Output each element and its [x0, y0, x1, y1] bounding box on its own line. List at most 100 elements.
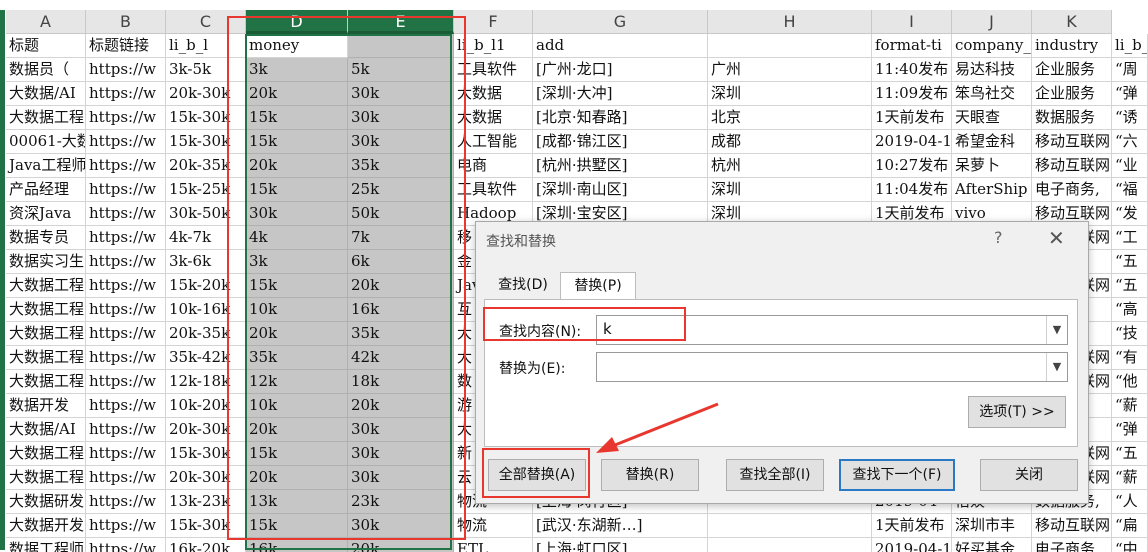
- table-cell[interactable]: “人: [1112, 490, 1148, 514]
- table-cell[interactable]: https://w: [86, 154, 166, 178]
- table-cell[interactable]: 希望金科: [952, 130, 1032, 154]
- table-cell[interactable]: 20k: [246, 418, 348, 442]
- table-cell[interactable]: 大数据工程: [6, 466, 86, 490]
- table-cell[interactable]: 23k: [348, 490, 454, 514]
- table-cell[interactable]: 20k-30k: [166, 418, 246, 442]
- table-cell[interactable]: 工具软件: [454, 178, 533, 202]
- table-cell[interactable]: https://w: [86, 346, 166, 370]
- table-cell[interactable]: 20k: [246, 82, 348, 106]
- table-cell[interactable]: 18k: [348, 370, 454, 394]
- table-cell[interactable]: 42k: [348, 346, 454, 370]
- table-cell[interactable]: [杭州·拱墅区]: [533, 154, 708, 178]
- chevron-down-icon[interactable]: ▼: [1046, 316, 1067, 344]
- column-header-e[interactable]: E: [348, 10, 454, 34]
- table-cell[interactable]: [广州·龙口]: [533, 58, 708, 82]
- table-cell[interactable]: “五: [1112, 250, 1148, 274]
- table-cell[interactable]: 5k: [348, 58, 454, 82]
- table-cell[interactable]: 25k: [348, 178, 454, 202]
- table-cell[interactable]: 20k: [348, 274, 454, 298]
- table-cell[interactable]: 30k: [348, 106, 454, 130]
- table-cell[interactable]: “中: [1112, 538, 1148, 552]
- table-cell[interactable]: 20k: [246, 154, 348, 178]
- table-cell[interactable]: 杭州: [708, 154, 872, 178]
- table-cell[interactable]: 15k-30k: [166, 442, 246, 466]
- table-cell[interactable]: 30k: [348, 466, 454, 490]
- table-cell[interactable]: 电子商务,: [1032, 178, 1112, 202]
- table-cell[interactable]: 3k-6k: [166, 250, 246, 274]
- table-cell[interactable]: 4k-7k: [166, 226, 246, 250]
- table-cell[interactable]: 大数据工程: [6, 442, 86, 466]
- column-header-g[interactable]: G: [533, 10, 708, 34]
- table-cell[interactable]: https://w: [86, 514, 166, 538]
- table-cell[interactable]: 11:40发布: [872, 58, 952, 82]
- column-header-k[interactable]: K: [1032, 10, 1112, 34]
- table-cell[interactable]: 企业服务: [1032, 82, 1112, 106]
- table-cell[interactable]: 数据工程师: [6, 538, 86, 552]
- table-cell[interactable]: https://w: [86, 322, 166, 346]
- table-cell[interactable]: 11:04发布: [872, 178, 952, 202]
- table-cell[interactable]: 16k-20k: [166, 538, 246, 552]
- table-cell[interactable]: 大数据工程: [6, 274, 86, 298]
- table-cell[interactable]: https://w: [86, 394, 166, 418]
- column-header-c[interactable]: C: [166, 10, 246, 34]
- table-cell[interactable]: 数据开发: [6, 394, 86, 418]
- table-cell[interactable]: 2019-04-1: [872, 538, 952, 552]
- table-cell[interactable]: “业: [1112, 154, 1148, 178]
- table-cell[interactable]: 7k: [348, 226, 454, 250]
- table-cell[interactable]: 呆萝卜: [952, 154, 1032, 178]
- table-cell[interactable]: https://w: [86, 82, 166, 106]
- header-cell[interactable]: add: [533, 34, 708, 58]
- table-cell[interactable]: “弹: [1112, 82, 1148, 106]
- table-cell[interactable]: 10k: [246, 298, 348, 322]
- table-cell[interactable]: 15k: [246, 130, 348, 154]
- header-cell[interactable]: company_n: [952, 34, 1032, 58]
- table-cell[interactable]: 大数据: [454, 106, 533, 130]
- find-next-button[interactable]: 查找下一个(F): [839, 459, 955, 491]
- table-cell[interactable]: 15k: [246, 274, 348, 298]
- table-cell[interactable]: “弹: [1112, 418, 1148, 442]
- table-cell[interactable]: [北京·知春路]: [533, 106, 708, 130]
- table-cell[interactable]: “六: [1112, 130, 1148, 154]
- table-cell[interactable]: 大数据/AI: [6, 82, 86, 106]
- table-cell[interactable]: 13k: [246, 490, 348, 514]
- table-cell[interactable]: 50k: [348, 202, 454, 226]
- table-cell[interactable]: 20k-30k: [166, 82, 246, 106]
- table-cell[interactable]: “诱: [1112, 106, 1148, 130]
- table-cell[interactable]: 20k: [246, 322, 348, 346]
- table-cell[interactable]: “工: [1112, 226, 1148, 250]
- table-cell[interactable]: “发: [1112, 202, 1148, 226]
- header-cell[interactable]: li_b_l1: [454, 34, 533, 58]
- table-cell[interactable]: 16k: [348, 298, 454, 322]
- table-cell[interactable]: 1天前发布: [872, 514, 952, 538]
- table-cell[interactable]: 20k-30k: [166, 466, 246, 490]
- table-cell[interactable]: https://w: [86, 370, 166, 394]
- replace-button[interactable]: 替换(R): [601, 459, 699, 491]
- table-cell[interactable]: 大数据开发: [6, 514, 86, 538]
- table-cell[interactable]: “五: [1112, 442, 1148, 466]
- table-cell[interactable]: 35k: [348, 322, 454, 346]
- table-cell[interactable]: “周: [1112, 58, 1148, 82]
- table-cell[interactable]: 10k-20k: [166, 394, 246, 418]
- options-button[interactable]: 选项(T) >>: [968, 396, 1066, 428]
- find-what-input[interactable]: k ▼: [596, 315, 1068, 345]
- table-cell[interactable]: https://w: [86, 130, 166, 154]
- table-cell[interactable]: 数据服务: [1032, 106, 1112, 130]
- table-cell[interactable]: https://w: [86, 418, 166, 442]
- replace-with-input[interactable]: ▼: [596, 352, 1068, 382]
- table-cell[interactable]: 3k: [246, 250, 348, 274]
- column-header-j[interactable]: J: [952, 10, 1032, 34]
- header-cell[interactable]: 标题链接: [86, 34, 166, 58]
- table-cell[interactable]: “他: [1112, 370, 1148, 394]
- table-cell[interactable]: 北京: [708, 106, 872, 130]
- header-cell[interactable]: li_b_: [1112, 34, 1148, 58]
- table-cell[interactable]: 物流: [454, 514, 533, 538]
- table-cell[interactable]: 15k: [246, 106, 348, 130]
- table-cell[interactable]: https://w: [86, 58, 166, 82]
- table-cell[interactable]: 3k: [246, 58, 348, 82]
- column-header-f[interactable]: F: [454, 10, 533, 34]
- header-cell[interactable]: money: [246, 34, 348, 58]
- table-cell[interactable]: 1天前发布: [872, 106, 952, 130]
- table-cell[interactable]: 人工智能: [454, 130, 533, 154]
- table-cell[interactable]: 15k-30k: [166, 514, 246, 538]
- table-cell[interactable]: 15k: [246, 442, 348, 466]
